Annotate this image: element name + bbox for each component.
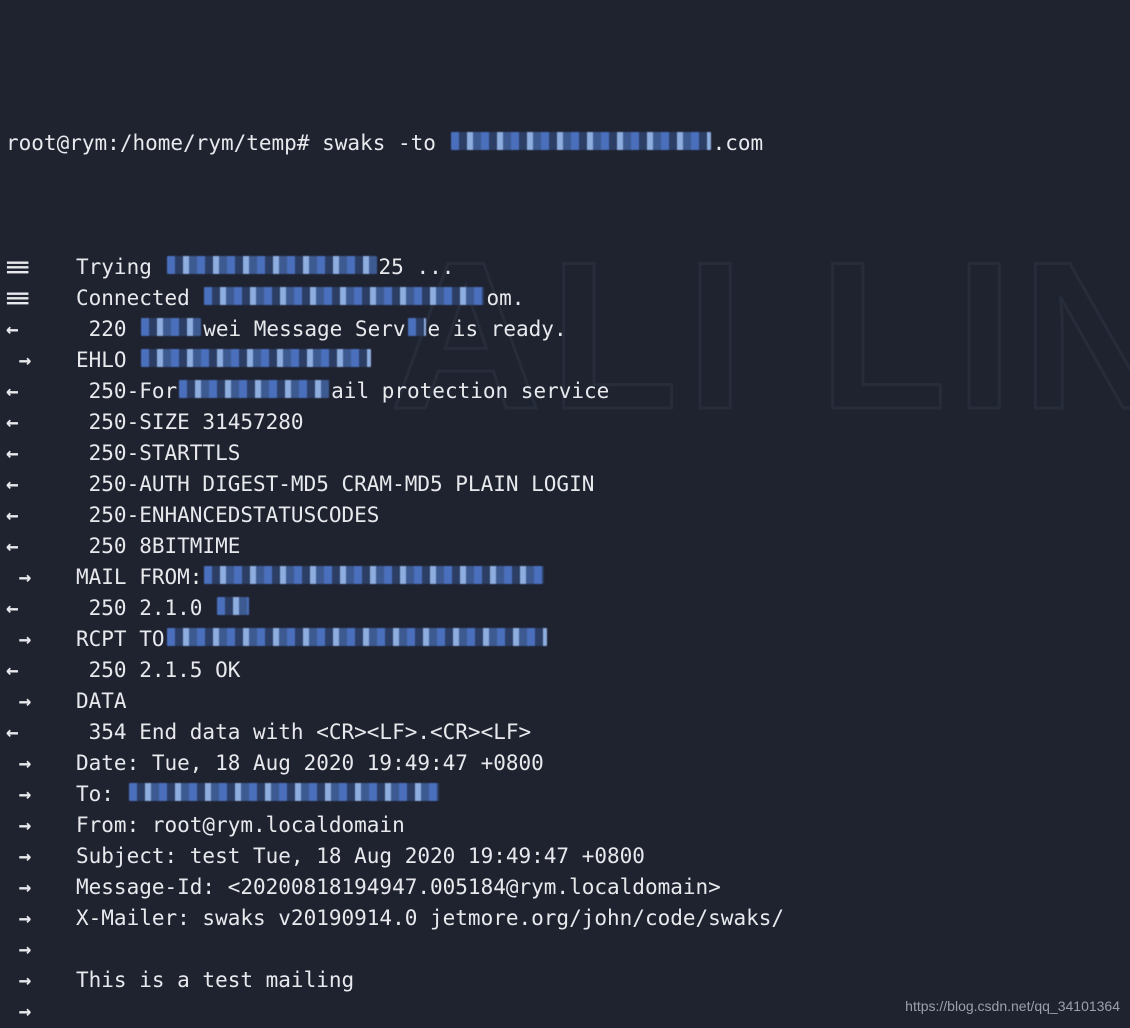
recv-arrow-icon: ← (6, 314, 76, 345)
info-prefix-icon: ≡≡ (6, 252, 76, 283)
redacted-text (141, 349, 371, 367)
recv-arrow-icon: ← (6, 376, 76, 407)
terminal-line: ← 250 2.1.5 OK (6, 655, 1124, 686)
send-arrow-icon: → (6, 934, 76, 965)
terminal-line: ← 250-For ail protection service (6, 376, 1124, 407)
terminal-line: ← 250 8BITMIME (6, 531, 1124, 562)
send-arrow-icon: → (6, 779, 76, 810)
terminal-text: e is ready. (428, 314, 567, 345)
terminal-line: → X-Mailer: swaks v20190914.0 jetmore.or… (6, 903, 1124, 934)
source-link[interactable]: https://blog.csdn.net/qq_34101364 (905, 991, 1120, 1022)
terminal-line: ← 250-STARTTLS (6, 438, 1124, 469)
prompt-line[interactable]: root@rym:/home/rym/temp# swaks -to .com (6, 128, 1124, 159)
redacted-text (179, 380, 329, 398)
terminal-text: 250-ENHANCEDSTATUSCODES (76, 500, 379, 531)
recv-arrow-icon: ← (6, 717, 76, 748)
terminal-line: → Subject: test Tue, 18 Aug 2020 19:49:4… (6, 841, 1124, 872)
redacted-text (408, 318, 426, 336)
redacted-text (204, 566, 544, 584)
terminal-line: → Message-Id: <20200818194947.005184@rym… (6, 872, 1124, 903)
terminal-text: Trying (76, 252, 165, 283)
terminal-text: wei Message Serv (203, 314, 405, 345)
redacted-text (141, 318, 201, 336)
redacted-text (204, 287, 484, 305)
recv-arrow-icon: ← (6, 655, 76, 686)
terminal-line: → MAIL FROM: (6, 562, 1124, 593)
terminal-line: → EHLO (6, 345, 1124, 376)
recv-arrow-icon: ← (6, 531, 76, 562)
terminal-text: 25 ... (379, 252, 455, 283)
send-arrow-icon: → (6, 965, 76, 996)
terminal-text: 250-For (76, 376, 177, 407)
terminal-text: From: root@rym.localdomain (76, 810, 405, 841)
terminal-line: ← 250-SIZE 31457280 (6, 407, 1124, 438)
prompt-user-host: root@rym:/home/rym/temp# (6, 128, 322, 159)
terminal-line: → From: root@rym.localdomain (6, 810, 1124, 841)
send-arrow-icon: → (6, 872, 76, 903)
redacted-text (129, 783, 439, 801)
send-arrow-icon: → (6, 996, 76, 1027)
terminal-text: 250 2.1.0 (76, 593, 215, 624)
terminal-log: ≡≡ Trying 25 ...≡≡ Connected om.← 220 we… (6, 252, 1124, 1028)
terminal-text: 250 2.1.5 OK (76, 655, 240, 686)
redacted-text (217, 597, 249, 615)
terminal-text: ail protection service (331, 376, 609, 407)
recv-arrow-icon: ← (6, 407, 76, 438)
send-arrow-icon: → (6, 624, 76, 655)
terminal-line: → Date: Tue, 18 Aug 2020 19:49:47 +0800 (6, 748, 1124, 779)
send-arrow-icon: → (6, 345, 76, 376)
terminal-text: 250 8BITMIME (76, 531, 240, 562)
prompt-command: swaks -to (322, 128, 448, 159)
terminal-text: 250-SIZE 31457280 (76, 407, 304, 438)
terminal-text: MAIL FROM: (76, 562, 202, 593)
terminal-line: ← 250 2.1.0 (6, 593, 1124, 624)
terminal-text: RCPT TO (76, 624, 165, 655)
terminal-text: This is a test mailing (76, 965, 354, 996)
terminal-line: → (6, 934, 1124, 965)
terminal-line: → DATA (6, 686, 1124, 717)
terminal-line: ← 250-AUTH DIGEST-MD5 CRAM-MD5 PLAIN LOG… (6, 469, 1124, 500)
terminal-line: ≡≡ Trying 25 ... (6, 252, 1124, 283)
terminal-line: ≡≡ Connected om. (6, 283, 1124, 314)
send-arrow-icon: → (6, 810, 76, 841)
terminal-text: To: (76, 779, 127, 810)
terminal-text: 354 End data with <CR><LF>.<CR><LF> (76, 717, 531, 748)
terminal-text: DATA (76, 686, 127, 717)
redacted-text (167, 256, 377, 274)
terminal-line: → To: (6, 779, 1124, 810)
recv-arrow-icon: ← (6, 469, 76, 500)
terminal-text: 250-AUTH DIGEST-MD5 CRAM-MD5 PLAIN LOGIN (76, 469, 594, 500)
terminal-output: root@rym:/home/rym/temp# swaks -to .com … (0, 0, 1130, 1028)
recv-arrow-icon: ← (6, 438, 76, 469)
redacted-text (451, 132, 711, 150)
terminal-text: 250-STARTTLS (76, 438, 240, 469)
terminal-line: ← 354 End data with <CR><LF>.<CR><LF> (6, 717, 1124, 748)
terminal-text: om. (486, 283, 524, 314)
send-arrow-icon: → (6, 562, 76, 593)
terminal-line: → RCPT TO (6, 624, 1124, 655)
terminal-text: Date: Tue, 18 Aug 2020 19:49:47 +0800 (76, 748, 544, 779)
terminal-text: Message-Id: <20200818194947.005184@rym.l… (76, 872, 721, 903)
info-prefix-icon: ≡≡ (6, 283, 76, 314)
prompt-command-tail: .com (713, 128, 764, 159)
recv-arrow-icon: ← (6, 593, 76, 624)
terminal-text: Connected (76, 283, 202, 314)
redacted-text (167, 628, 547, 646)
send-arrow-icon: → (6, 903, 76, 934)
terminal-text: X-Mailer: swaks v20190914.0 jetmore.org/… (76, 903, 784, 934)
terminal-line: ← 250-ENHANCEDSTATUSCODES (6, 500, 1124, 531)
send-arrow-icon: → (6, 748, 76, 779)
recv-arrow-icon: ← (6, 500, 76, 531)
terminal-text: EHLO (76, 345, 139, 376)
send-arrow-icon: → (6, 841, 76, 872)
terminal-text: 220 (76, 314, 139, 345)
terminal-text: Subject: test Tue, 18 Aug 2020 19:49:47 … (76, 841, 645, 872)
send-arrow-icon: → (6, 686, 76, 717)
terminal-line: ← 220 wei Message Serv e is ready. (6, 314, 1124, 345)
